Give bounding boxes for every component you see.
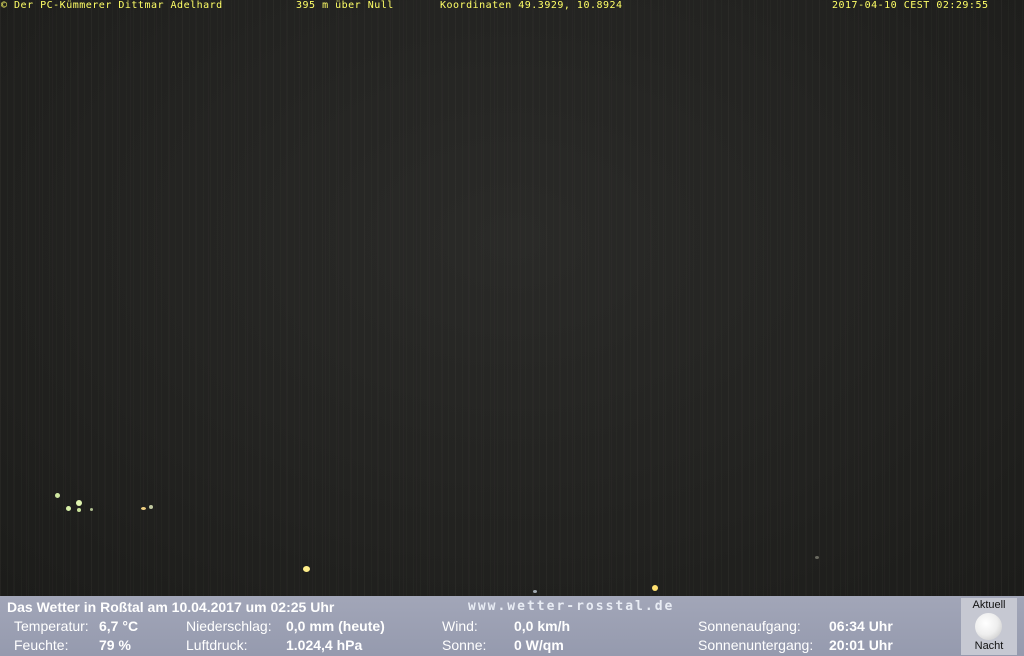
village-light — [652, 585, 658, 591]
village-light — [141, 507, 146, 510]
humidity-value: 79 % — [99, 637, 131, 653]
village-light — [303, 566, 310, 572]
pressure-label: Luftdruck: — [186, 637, 248, 653]
moon-label-top: Aktuell — [972, 599, 1006, 611]
village-light — [533, 590, 537, 593]
sunset-value: 20:01 Uhr — [829, 637, 893, 653]
village-light — [66, 506, 71, 511]
village-light — [77, 508, 81, 512]
sunset-label: Sonnenuntergang: — [698, 637, 814, 653]
moon-phase-box: Aktuell Nacht — [961, 598, 1017, 655]
copyright-text: © Der PC-Kümmerer Dittmar Adelhard — [1, 0, 223, 11]
sun-value: 0 W/qm — [514, 637, 564, 653]
sunrise-label: Sonnenaufgang: — [698, 618, 801, 634]
coordinates-text: Koordinaten 49.3929, 10.8924 — [440, 0, 623, 11]
wind-value: 0,0 km/h — [514, 618, 571, 634]
village-light — [149, 505, 153, 509]
weather-title: Das Wetter in Roßtal am 10.04.2017 um 02… — [7, 599, 335, 615]
village-light — [90, 508, 93, 511]
pressure-value: 1.024,4 hPa — [286, 637, 363, 653]
village-light — [55, 493, 60, 498]
temperature-value: 6,7 °C — [99, 618, 139, 634]
timestamp-text: 2017-04-10 CEST 02:29:55 — [832, 0, 989, 11]
humidity-label: Feuchte: — [14, 637, 69, 653]
village-light — [815, 556, 819, 559]
precipitation-label: Niederschlag: — [186, 618, 272, 634]
full-moon-icon — [975, 613, 1002, 640]
wind-label: Wind: — [442, 618, 478, 634]
camera-overlay: © Der PC-Kümmerer Dittmar Adelhard 395 m… — [0, 0, 1024, 11]
precipitation-value: 0,0 mm (heute) — [286, 618, 385, 634]
sunrise-value: 06:34 Uhr — [829, 618, 893, 634]
weather-panel: Das Wetter in Roßtal am 10.04.2017 um 02… — [0, 596, 1024, 656]
website-link[interactable]: www.wetter-rosstal.de — [468, 599, 674, 614]
moon-label-bottom: Nacht — [974, 640, 1004, 652]
village-light — [76, 500, 82, 506]
temperature-label: Temperatur: — [14, 618, 89, 634]
sun-label: Sonne: — [442, 637, 487, 653]
altitude-text: 395 m über Null — [296, 0, 394, 11]
webcam-image — [0, 0, 1024, 596]
